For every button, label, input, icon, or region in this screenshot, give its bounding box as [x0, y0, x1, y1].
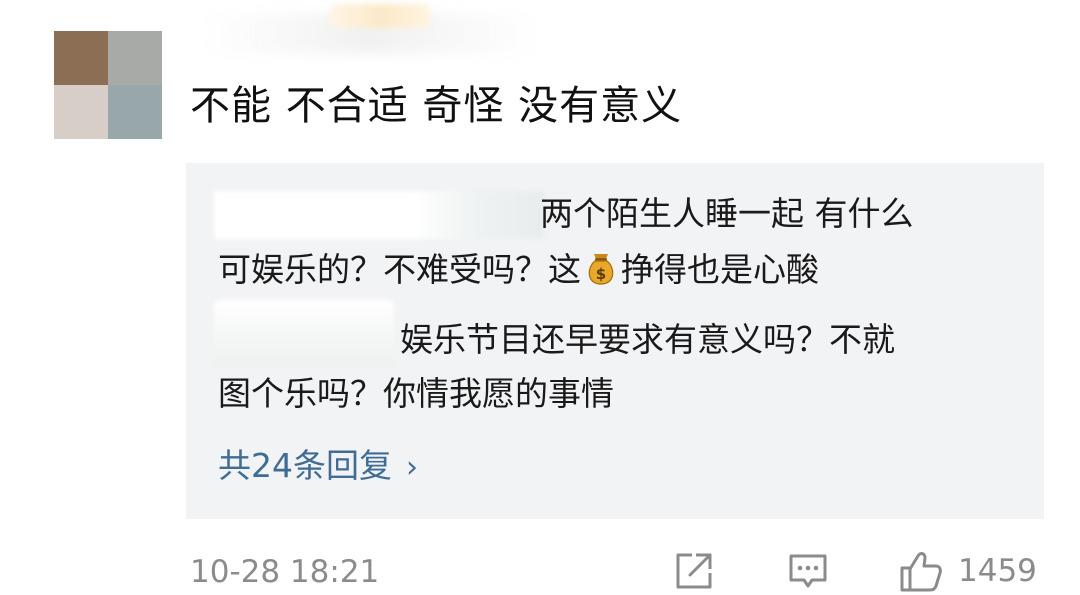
- more-replies-label: 共24条回复: [218, 446, 392, 485]
- avatar-pixel: [54, 31, 108, 85]
- reply-1-text-b: 挣得也是心酸: [621, 250, 819, 289]
- reply-1-text-a: 可娱乐的？不难受吗？这: [218, 250, 581, 289]
- money-bag-icon: $: [583, 251, 619, 287]
- share-icon: [676, 553, 712, 589]
- reply-icon: [789, 554, 827, 588]
- avatar[interactable]: [54, 31, 162, 139]
- timestamp: 10-28 18:21: [190, 554, 380, 590]
- avatar-pixel: [54, 85, 108, 139]
- like-icon: [900, 552, 942, 592]
- svg-text:$: $: [596, 265, 606, 283]
- blurred-reply-author: [214, 191, 544, 239]
- reply-2-line-2: 图个乐吗？你情我愿的事情: [218, 374, 614, 413]
- reply-1-line-2: 可娱乐的？不难受吗？这 $ 挣得也是心酸: [218, 248, 819, 292]
- reply-1-line-1: 两个陌生人睡一起 有什么: [540, 194, 914, 233]
- like-count: 1459: [958, 553, 1037, 589]
- like-button[interactable]: 1459: [898, 548, 1048, 594]
- blurred-username: [330, 4, 430, 28]
- blurred-reply-author: [214, 300, 394, 366]
- comment-text: 不能 不合适 奇怪 没有意义: [190, 83, 683, 129]
- comment-card: 不能 不合适 奇怪 没有意义 两个陌生人睡一起 有什么 可娱乐的？不难受吗？这 …: [0, 0, 1080, 595]
- chevron-right-icon: ›: [406, 450, 418, 485]
- view-all-replies-link[interactable]: 共24条回复 ›: [218, 444, 418, 490]
- reply-button[interactable]: [786, 548, 832, 594]
- reply-2-line-1: 娱乐节目还早要求有意义吗？不就: [400, 320, 895, 359]
- avatar-pixel: [108, 85, 162, 139]
- share-button[interactable]: [672, 548, 718, 594]
- avatar-pixel: [108, 31, 162, 85]
